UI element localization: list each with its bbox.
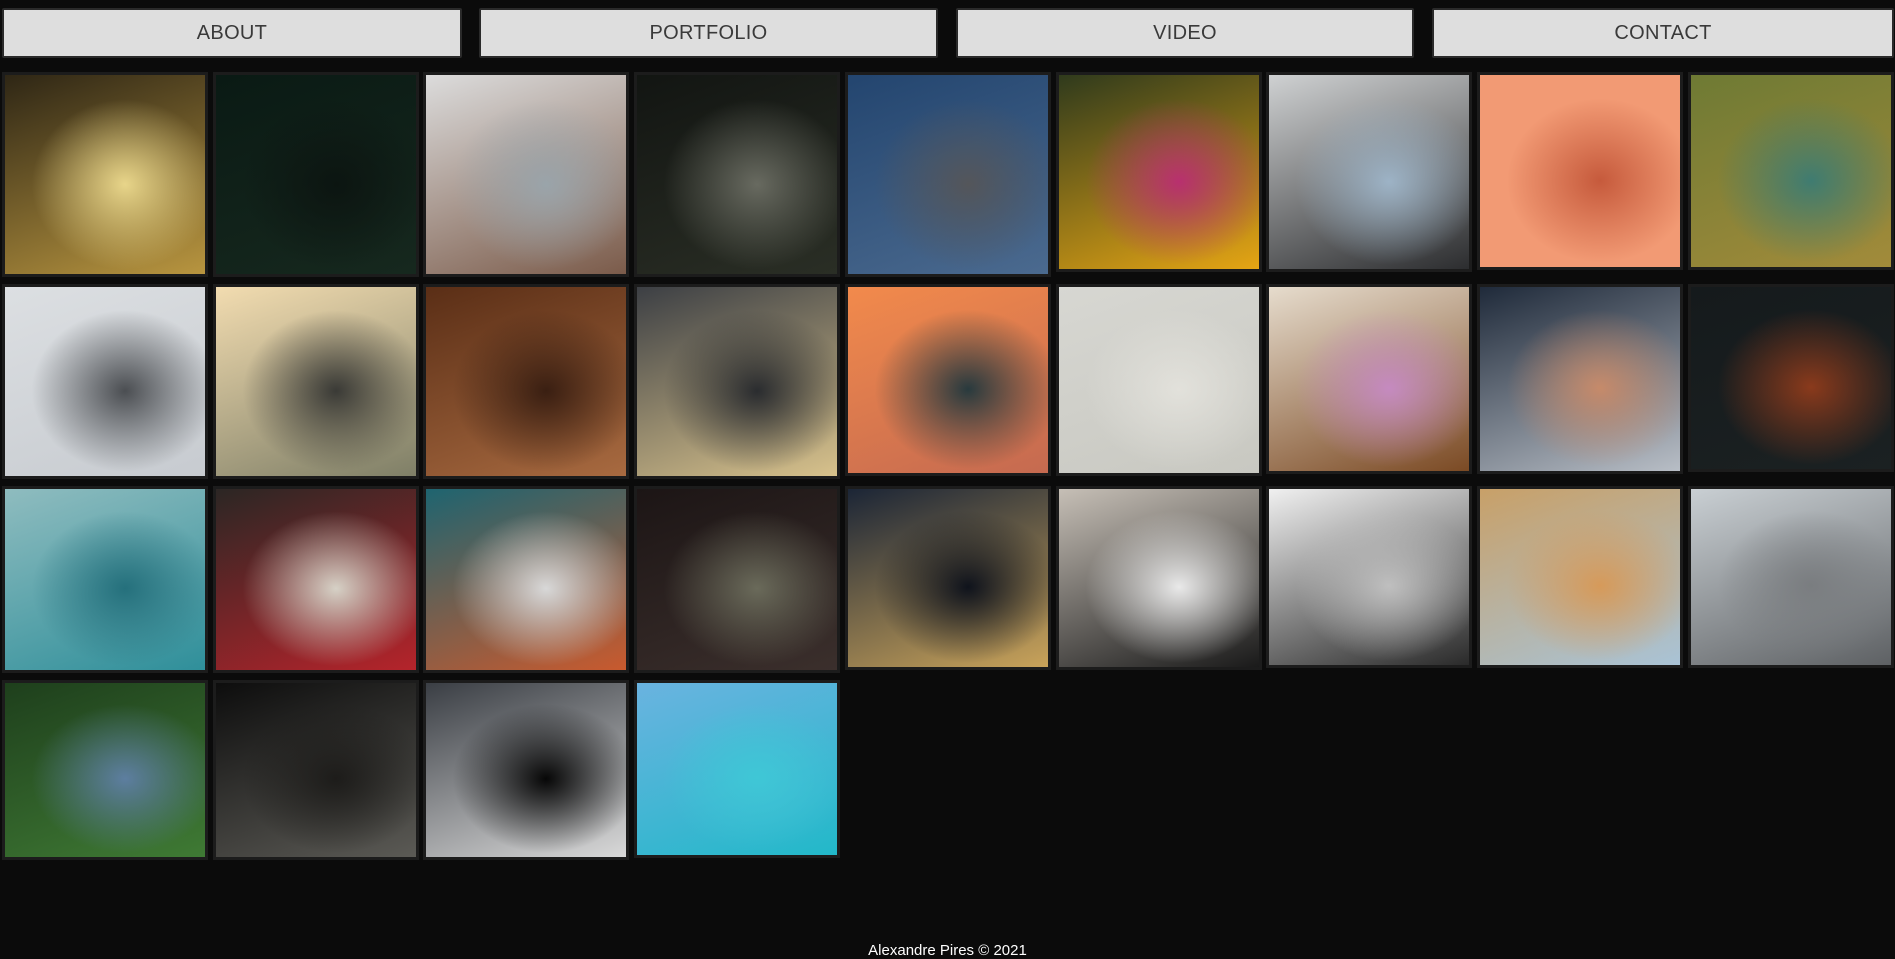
photo-woman-street-coat[interactable] [1477,284,1683,474]
photo-feather-coral[interactable] [1477,72,1683,270]
photo-statue-flag[interactable] [423,486,629,673]
photo-autumn-leaf-dark[interactable] [1688,284,1894,472]
photo-night-city-street[interactable] [845,486,1051,670]
nav-about-button[interactable]: ABOUT [2,8,462,58]
photo-man-road-stop[interactable] [1688,486,1894,668]
photo-tattooed-hand-tea[interactable] [423,72,629,277]
photo-tuscany-hills[interactable] [213,284,419,479]
photo-misty-mountain[interactable] [2,284,208,479]
photo-couple-embrace[interactable] [1056,486,1262,670]
photo-icy-cliffs[interactable] [845,72,1051,277]
photo-forest-waterfall[interactable] [634,72,840,277]
photo-cake-slice[interactable] [1266,284,1472,474]
photo-aerial-ocean-shore[interactable] [2,486,208,673]
photo-sunset-valley[interactable] [845,284,1051,476]
nav-contact-button[interactable]: CONTACT [1432,8,1894,58]
photo-stormy-mountain[interactable] [423,680,629,860]
photo-temple-columns[interactable] [213,680,419,860]
nav-portfolio-button[interactable]: PORTFOLIO [479,8,938,58]
photo-dark-foliage-tree[interactable] [213,72,419,277]
photo-fern-leaf[interactable] [634,486,840,673]
footer-copyright: Alexandre Pires © 2021 [868,942,1027,959]
photo-calligraphy-sign[interactable] [634,284,840,479]
photo-tropical-island-sea[interactable] [634,680,840,858]
photo-man-leather-jacket[interactable] [1266,72,1472,272]
nav-video-button[interactable]: VIDEO [956,8,1414,58]
photo-old-town-buildings[interactable] [1477,486,1683,668]
photo-red-jacket-stretch[interactable] [213,486,419,673]
photo-flower-bouquet[interactable] [1056,72,1262,272]
photo-wavy-wood[interactable] [423,284,629,479]
photo-river-gorge-aerial[interactable] [2,680,208,860]
photo-beach-walker[interactable] [1056,284,1262,476]
photo-snowy-stream[interactable] [1266,486,1472,668]
photo-aerial-coastline[interactable] [1688,72,1894,270]
photo-subway-escalator[interactable] [2,72,208,277]
